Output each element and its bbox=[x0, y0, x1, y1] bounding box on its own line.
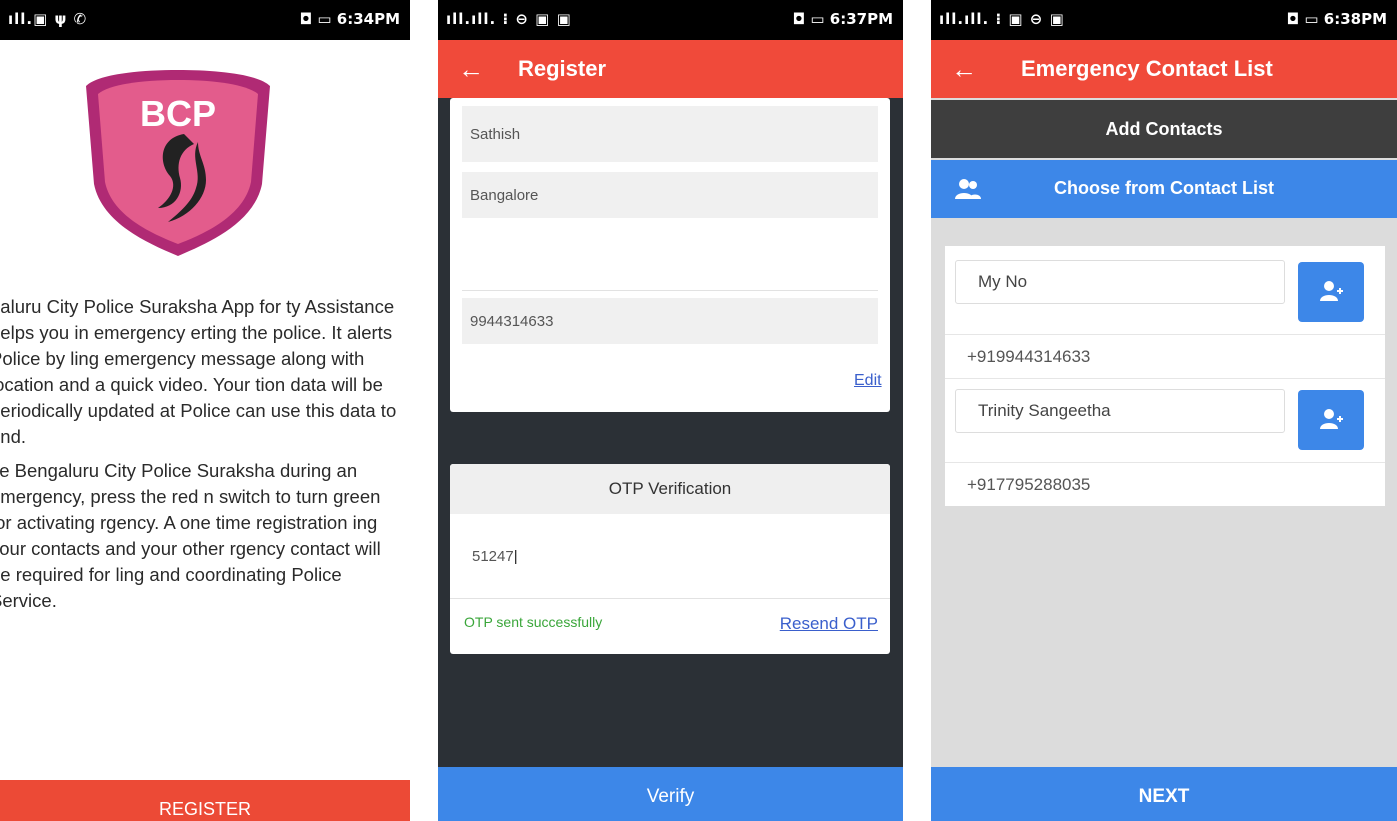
next-button[interactable]: NEXT bbox=[931, 767, 1397, 821]
otp-value: 51247 bbox=[472, 548, 514, 565]
verify-button[interactable]: Verify bbox=[438, 767, 903, 821]
otp-status-text: OTP sent successfully bbox=[464, 614, 603, 630]
add-person-icon bbox=[1320, 409, 1343, 429]
status-bar: ıll.ıll. ⁝ ⊖ ▣ ▣ ◘ ▭ 6:37PM bbox=[438, 0, 903, 40]
choose-label: Choose from Contact List bbox=[1053, 178, 1274, 198]
page-title: Emergency Contact List bbox=[1021, 56, 1273, 81]
contacts-list: My No +919944314633 Trinity Sangeetha +9… bbox=[945, 246, 1385, 506]
add-person-icon bbox=[1320, 281, 1343, 301]
contact-name-input-2[interactable]: Trinity Sangeetha bbox=[955, 389, 1285, 433]
status-time: ◘ ▭ 6:37PM bbox=[792, 10, 893, 28]
resend-otp-link[interactable]: Resend OTP bbox=[780, 614, 878, 634]
contact-phone-2: +917795288035 bbox=[945, 464, 1385, 506]
status-bar: ıll.▣ ψ ✆ ◘ ▭ 6:34PM bbox=[0, 0, 410, 40]
screen-emergency-contacts: ıll.ıll. ⁝ ▣ ⊖ ▣ ◘ ▭ 6:38PM ← Emergency … bbox=[931, 0, 1397, 821]
add-contact-button-2[interactable] bbox=[1298, 390, 1364, 450]
status-icons-left: ıll.ıll. ⁝ ⊖ ▣ ▣ bbox=[446, 10, 572, 28]
contact-name-input-1[interactable]: My No bbox=[955, 260, 1285, 304]
contact-phone-1: +919944314633 bbox=[945, 336, 1385, 378]
choose-from-contact-list-button[interactable]: Choose from Contact List bbox=[931, 160, 1397, 218]
bcp-shield-logo-icon: BCP bbox=[86, 70, 270, 256]
description-paragraph-2: se Bengaluru City Police Suraksha during… bbox=[0, 460, 381, 611]
status-time: ◘ ▭ 6:38PM bbox=[1286, 10, 1387, 28]
divider bbox=[450, 598, 890, 599]
divider bbox=[945, 378, 1385, 379]
logo-text: BCP bbox=[140, 93, 216, 134]
back-arrow-icon[interactable]: ← bbox=[951, 54, 977, 85]
otp-card: OTP Verification 51247| OTP sent success… bbox=[450, 464, 890, 654]
add-contact-button-1[interactable] bbox=[1298, 262, 1364, 322]
status-icons-left: ıll.▣ ψ ✆ bbox=[8, 10, 88, 28]
screen-welcome: ıll.▣ ψ ✆ ◘ ▭ 6:34PM BCP galuru City Pol… bbox=[0, 0, 410, 821]
back-arrow-icon[interactable]: ← bbox=[458, 54, 484, 85]
otp-input[interactable]: 51247| bbox=[472, 548, 518, 565]
registration-card: Sathish Bangalore 9944314633 Edit bbox=[450, 98, 890, 412]
divider bbox=[945, 462, 1385, 463]
status-bar: ıll.ıll. ⁝ ▣ ⊖ ▣ ◘ ▭ 6:38PM bbox=[931, 0, 1397, 40]
edit-link[interactable]: Edit bbox=[854, 372, 882, 390]
divider bbox=[945, 334, 1385, 335]
add-contacts-header: Add Contacts bbox=[931, 100, 1397, 158]
city-field[interactable]: Bangalore bbox=[462, 172, 878, 218]
app-bar: ← Emergency Contact List bbox=[931, 40, 1397, 98]
description-paragraph-1: galuru City Police Suraksha App for ty A… bbox=[0, 296, 397, 447]
otp-title: OTP Verification bbox=[450, 464, 890, 514]
page-title: Register bbox=[518, 56, 607, 81]
status-time: ◘ ▭ 6:34PM bbox=[299, 10, 400, 28]
screen-register: ıll.ıll. ⁝ ⊖ ▣ ▣ ◘ ▭ 6:37PM ← Register S… bbox=[438, 0, 903, 821]
app-description: galuru City Police Suraksha App for ty A… bbox=[0, 294, 398, 734]
phone-field[interactable]: 9944314633 bbox=[462, 298, 878, 344]
contacts-group-icon bbox=[955, 179, 981, 199]
status-icons-left: ıll.ıll. ⁝ ▣ ⊖ ▣ bbox=[939, 10, 1065, 28]
divider bbox=[462, 290, 878, 291]
name-field[interactable]: Sathish bbox=[462, 106, 878, 162]
app-bar: ← Register bbox=[438, 40, 903, 98]
register-button[interactable]: REGISTER bbox=[0, 780, 410, 821]
